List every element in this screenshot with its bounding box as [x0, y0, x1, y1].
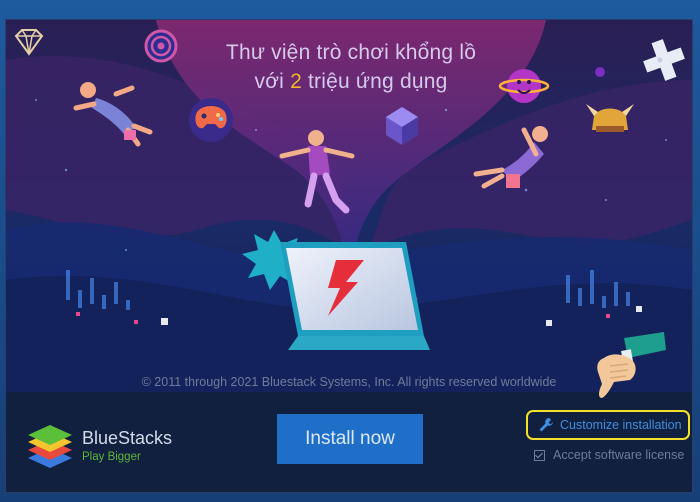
- brand-name: BlueStacks: [82, 428, 173, 448]
- brand-block: BlueStacks Play Bigger: [82, 428, 172, 463]
- brand-tagline: Play Bigger: [82, 451, 141, 463]
- headline-number: 2: [290, 70, 302, 93]
- headline-line-2-prefix: với: [254, 70, 291, 93]
- customize-installation-label: Customize installation: [560, 418, 682, 432]
- headline-line-2: với 2 triệu ứng dụng: [176, 67, 526, 96]
- installer-window: Thư viện trò chơi khổng lồ với 2 triệu ứ…: [6, 20, 692, 492]
- gamepad-icon: [189, 98, 233, 142]
- bluestacks-logo: [28, 425, 72, 468]
- checkbox-icon[interactable]: [534, 449, 545, 461]
- customize-installation-link[interactable]: Customize installation: [526, 410, 690, 440]
- laptop-illustration: [280, 242, 430, 350]
- installer-footer: BlueStacks Play Bigger Install now Custo…: [6, 392, 692, 492]
- headline-line-1: Thư viện trò chơi khổng lồ: [225, 41, 477, 64]
- wrench-icon: [539, 418, 553, 432]
- hero-headline: Thư viện trò chơi khổng lồ với 2 triệu ứ…: [176, 38, 526, 96]
- install-now-button[interactable]: Install now: [277, 414, 423, 464]
- pointing-hand-icon: [597, 332, 666, 398]
- target-icon: [144, 29, 178, 63]
- headline-line-2-suffix: triệu ứng dụng: [301, 70, 448, 93]
- accept-license-label: Accept software license: [553, 448, 685, 462]
- accept-license-row[interactable]: Accept software license: [534, 448, 684, 462]
